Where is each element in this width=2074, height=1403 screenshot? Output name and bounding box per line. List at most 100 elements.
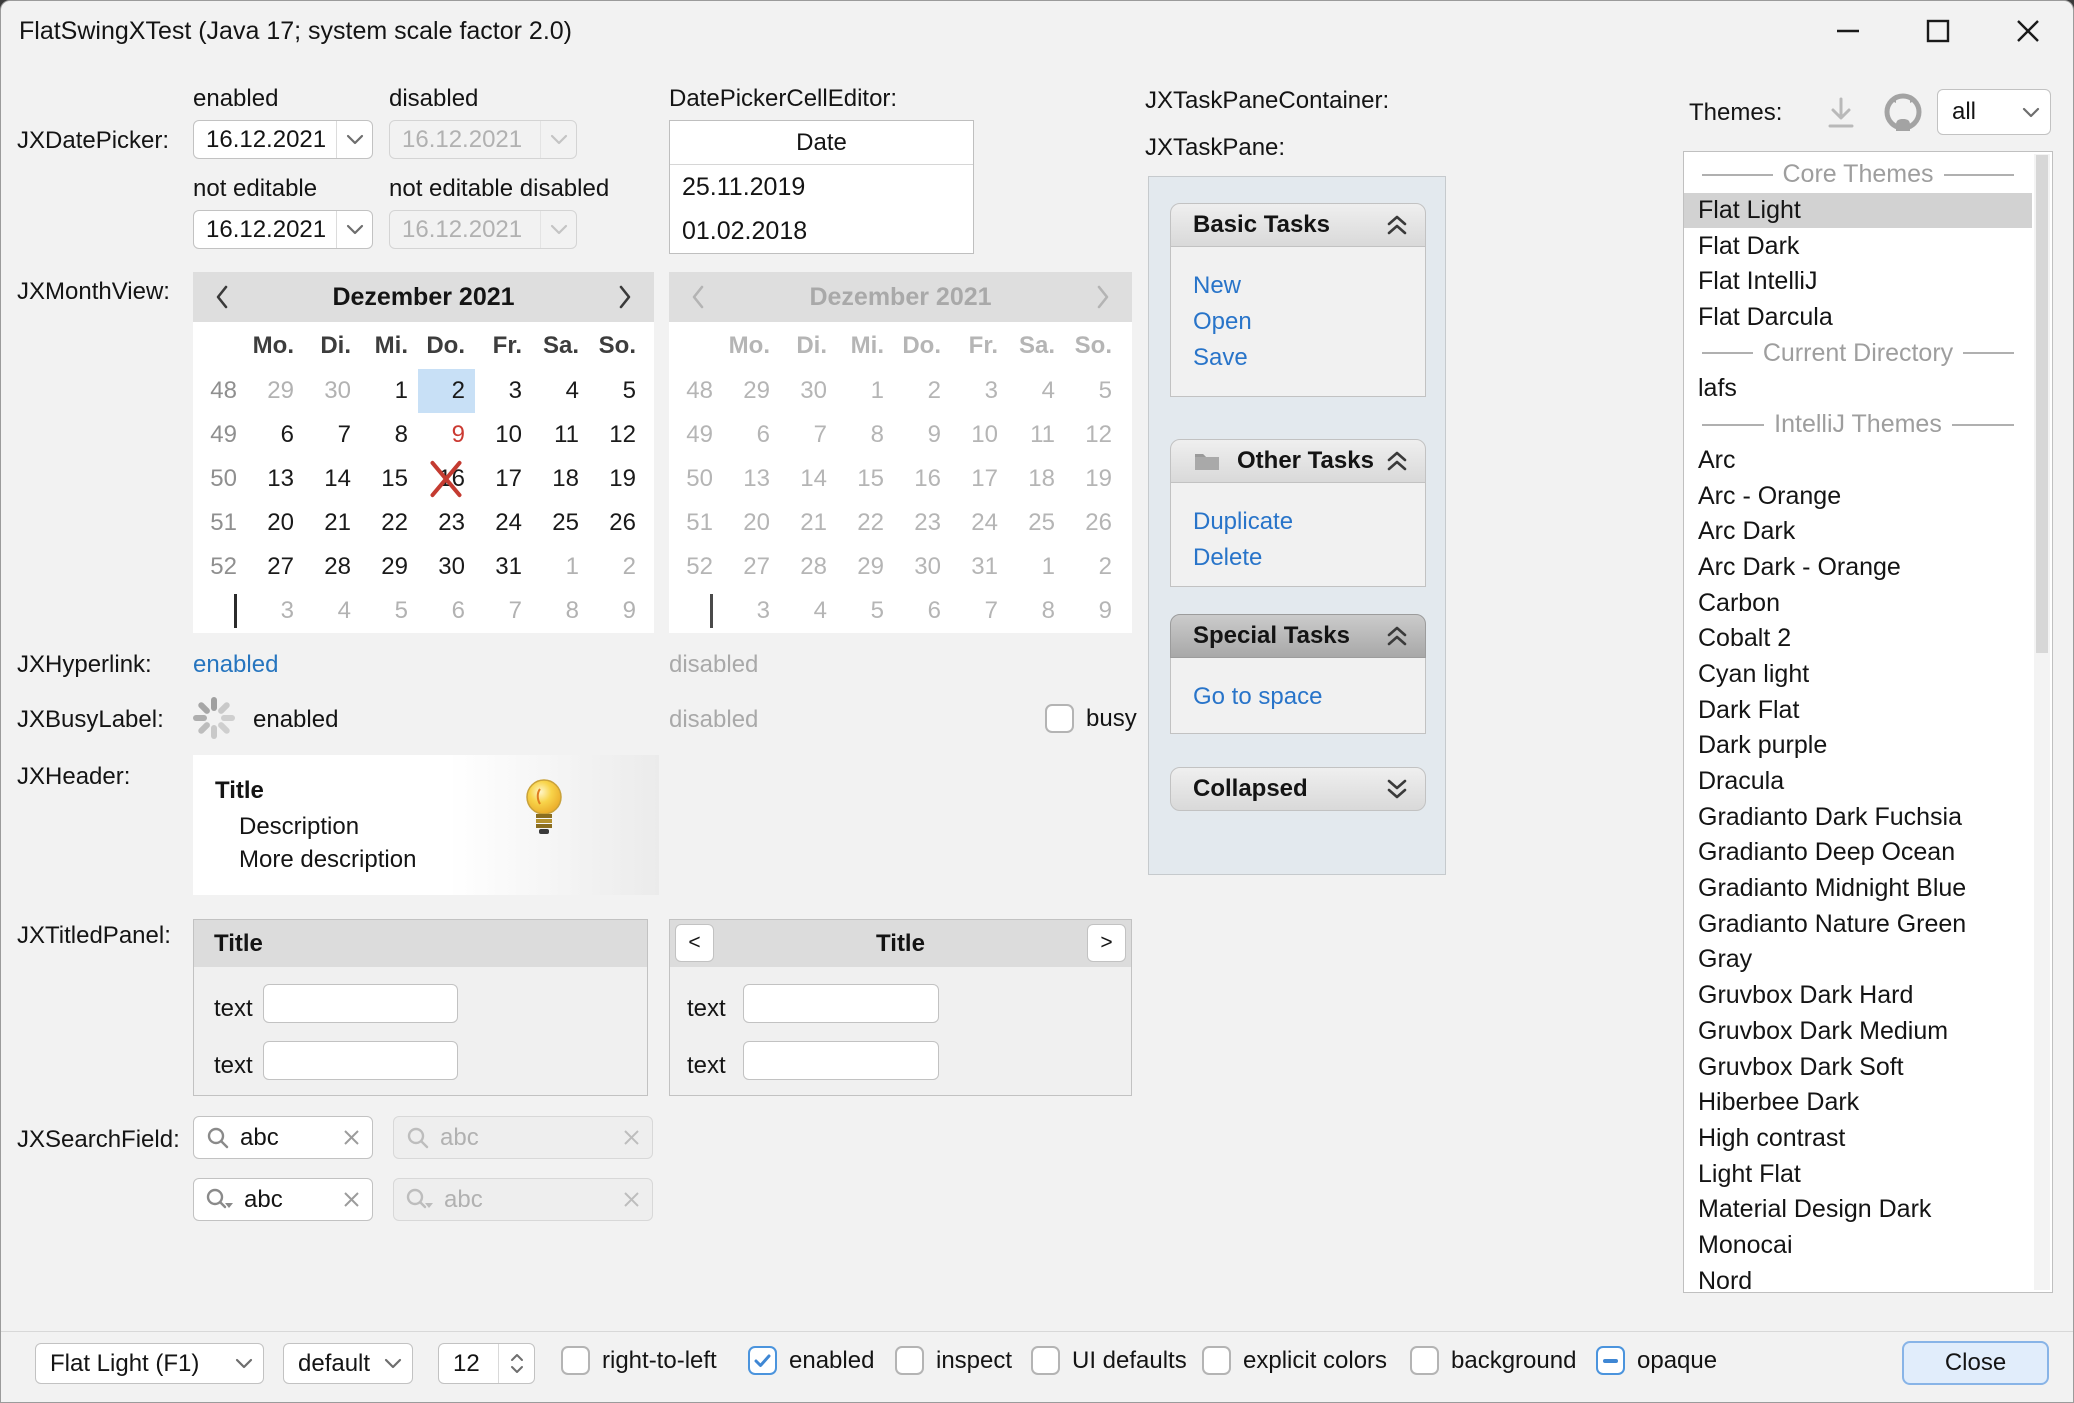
- checkbox-checked[interactable]: [748, 1346, 777, 1375]
- theme-list-item[interactable]: Hiberbee Dark: [1684, 1085, 2032, 1121]
- searchfield-value[interactable]: abc: [244, 1186, 333, 1214]
- calendar-day[interactable]: 24: [475, 501, 532, 545]
- chevron-up-icon[interactable]: [510, 1353, 524, 1362]
- taskpane-link[interactable]: Delete: [1193, 540, 1425, 576]
- chevron-right-icon[interactable]: [596, 284, 654, 310]
- theme-list-item[interactable]: Material Design Dark: [1684, 1192, 2032, 1228]
- theme-list-item[interactable]: lafs: [1684, 371, 2032, 407]
- search-menu-icon[interactable]: [206, 1188, 234, 1212]
- close-button[interactable]: Close: [1902, 1341, 2049, 1385]
- theme-list-item[interactable]: Cobalt 2: [1684, 621, 2032, 657]
- theme-list-item[interactable]: Arc Dark: [1684, 514, 2032, 550]
- busy-checkbox[interactable]: [1045, 704, 1074, 733]
- calendar-day[interactable]: 2: [589, 545, 646, 589]
- searchfield-menu-enabled[interactable]: abc: [193, 1178, 373, 1221]
- close-window-button[interactable]: [1983, 1, 2073, 61]
- calendar-day[interactable]: 17: [475, 457, 532, 501]
- theme-list-item[interactable]: Gradianto Nature Green: [1684, 906, 2032, 942]
- titledpanel-text-input[interactable]: [743, 1041, 939, 1080]
- next-button[interactable]: >: [1087, 924, 1126, 962]
- calendar-day[interactable]: 23: [418, 501, 475, 545]
- date-table-row[interactable]: 25.11.2019: [670, 165, 953, 209]
- theme-list-item[interactable]: Gradianto Deep Ocean: [1684, 835, 2032, 871]
- theme-list-item[interactable]: Nord: [1684, 1263, 2032, 1293]
- theme-list-item[interactable]: Dark purple: [1684, 728, 2032, 764]
- calendar-day[interactable]: 6: [247, 413, 304, 457]
- titledpanel-text-input[interactable]: [743, 984, 939, 1023]
- taskpane-header[interactable]: Basic Tasks: [1170, 203, 1426, 247]
- calendar-day[interactable]: 3: [247, 589, 304, 633]
- theme-list-item[interactable]: Light Flat: [1684, 1156, 2032, 1192]
- theme-list-item[interactable]: Dracula: [1684, 764, 2032, 800]
- calendar-day[interactable]: 6: [418, 589, 475, 633]
- calendar-day[interactable]: 5: [361, 589, 418, 633]
- calendar-day[interactable]: 11: [532, 413, 589, 457]
- calendar-day[interactable]: 8: [361, 413, 418, 457]
- calendar-day[interactable]: 10: [475, 413, 532, 457]
- scrollbar-thumb[interactable]: [2036, 155, 2048, 653]
- calendar-day[interactable]: 1: [361, 369, 418, 413]
- calendar-day[interactable]: 2: [418, 369, 475, 413]
- calendar-day[interactable]: 25: [532, 501, 589, 545]
- calendar-day[interactable]: 1: [532, 545, 589, 589]
- calendar-day[interactable]: 9: [418, 413, 475, 457]
- calendar-day[interactable]: 3: [475, 369, 532, 413]
- maximize-button[interactable]: [1893, 1, 1983, 61]
- taskpane-header[interactable]: Special Tasks: [1170, 614, 1426, 658]
- taskpane-link[interactable]: Save: [1193, 340, 1425, 376]
- scrollbar[interactable]: [2034, 154, 2050, 1290]
- theme-list-item[interactable]: Arc: [1684, 443, 2032, 479]
- chevron-double-up-icon[interactable]: [1385, 625, 1409, 647]
- theme-list-item[interactable]: Flat Dark: [1684, 228, 2032, 264]
- datepicker-value[interactable]: 16.12.2021: [194, 126, 336, 154]
- calendar-day[interactable]: 15: [361, 457, 418, 501]
- calendar-day[interactable]: 27: [247, 545, 304, 589]
- datepicker-enabled[interactable]: 16.12.2021: [193, 120, 373, 159]
- theme-list-item[interactable]: Arc - Orange: [1684, 478, 2032, 514]
- clear-icon[interactable]: [343, 1129, 360, 1146]
- chevron-down-icon[interactable]: [336, 211, 372, 248]
- chevron-double-down-icon[interactable]: [1385, 778, 1409, 800]
- spinner-buttons[interactable]: [498, 1344, 534, 1383]
- theme-list-item[interactable]: High contrast: [1684, 1121, 2032, 1157]
- font-size-value[interactable]: 12: [439, 1344, 498, 1383]
- calendar-day[interactable]: 30: [418, 545, 475, 589]
- checkbox-unchecked[interactable]: [1410, 1346, 1439, 1375]
- calendar-day[interactable]: 14: [304, 457, 361, 501]
- theme-list-item[interactable]: Flat Light: [1684, 193, 2032, 229]
- theme-list-item[interactable]: Gruvbox Dark Soft: [1684, 1049, 2032, 1085]
- calendar-day[interactable]: 4: [532, 369, 589, 413]
- theme-list-item[interactable]: Monocai: [1684, 1228, 2032, 1264]
- taskpane-link[interactable]: Open: [1193, 304, 1425, 340]
- theme-list-item[interactable]: Carbon: [1684, 585, 2032, 621]
- chevron-left-icon[interactable]: [193, 284, 251, 310]
- theme-list-item[interactable]: Gray: [1684, 942, 2032, 978]
- minimize-button[interactable]: [1803, 1, 1893, 61]
- checkbox-indeterminate[interactable]: [1596, 1346, 1625, 1375]
- searchfield-value[interactable]: abc: [240, 1124, 333, 1152]
- taskpane-link[interactable]: Duplicate: [1193, 504, 1425, 540]
- checkbox-unchecked[interactable]: [1202, 1346, 1231, 1375]
- theme-list-item[interactable]: Dark Flat: [1684, 692, 2032, 728]
- checkbox-unchecked[interactable]: [561, 1346, 590, 1375]
- checkbox-unchecked[interactable]: [1031, 1346, 1060, 1375]
- calendar-day[interactable]: 18: [532, 457, 589, 501]
- calendar-day[interactable]: 7: [475, 589, 532, 633]
- theme-list-item[interactable]: Gradianto Midnight Blue: [1684, 871, 2032, 907]
- theme-list-item[interactable]: Flat Darcula: [1684, 300, 2032, 336]
- theme-list-item[interactable]: Gruvbox Dark Hard: [1684, 978, 2032, 1014]
- font-combo[interactable]: default: [283, 1343, 413, 1384]
- taskpane-link[interactable]: Go to space: [1193, 679, 1425, 715]
- theme-list-item[interactable]: Gruvbox Dark Medium: [1684, 1014, 2032, 1050]
- calendar-day[interactable]: 26: [589, 501, 646, 545]
- prev-button[interactable]: <: [675, 924, 714, 962]
- searchfield-enabled[interactable]: abc: [193, 1116, 373, 1159]
- chevron-double-up-icon[interactable]: [1385, 450, 1409, 472]
- taskpane-header[interactable]: Collapsed: [1170, 767, 1426, 811]
- calendar-day[interactable]: 29: [361, 545, 418, 589]
- github-icon[interactable]: [1881, 91, 1925, 140]
- calendar-day[interactable]: 19: [589, 457, 646, 501]
- taskpane-link[interactable]: New: [1193, 268, 1425, 304]
- calendar-day[interactable]: 22: [361, 501, 418, 545]
- calendar-day[interactable]: 7: [304, 413, 361, 457]
